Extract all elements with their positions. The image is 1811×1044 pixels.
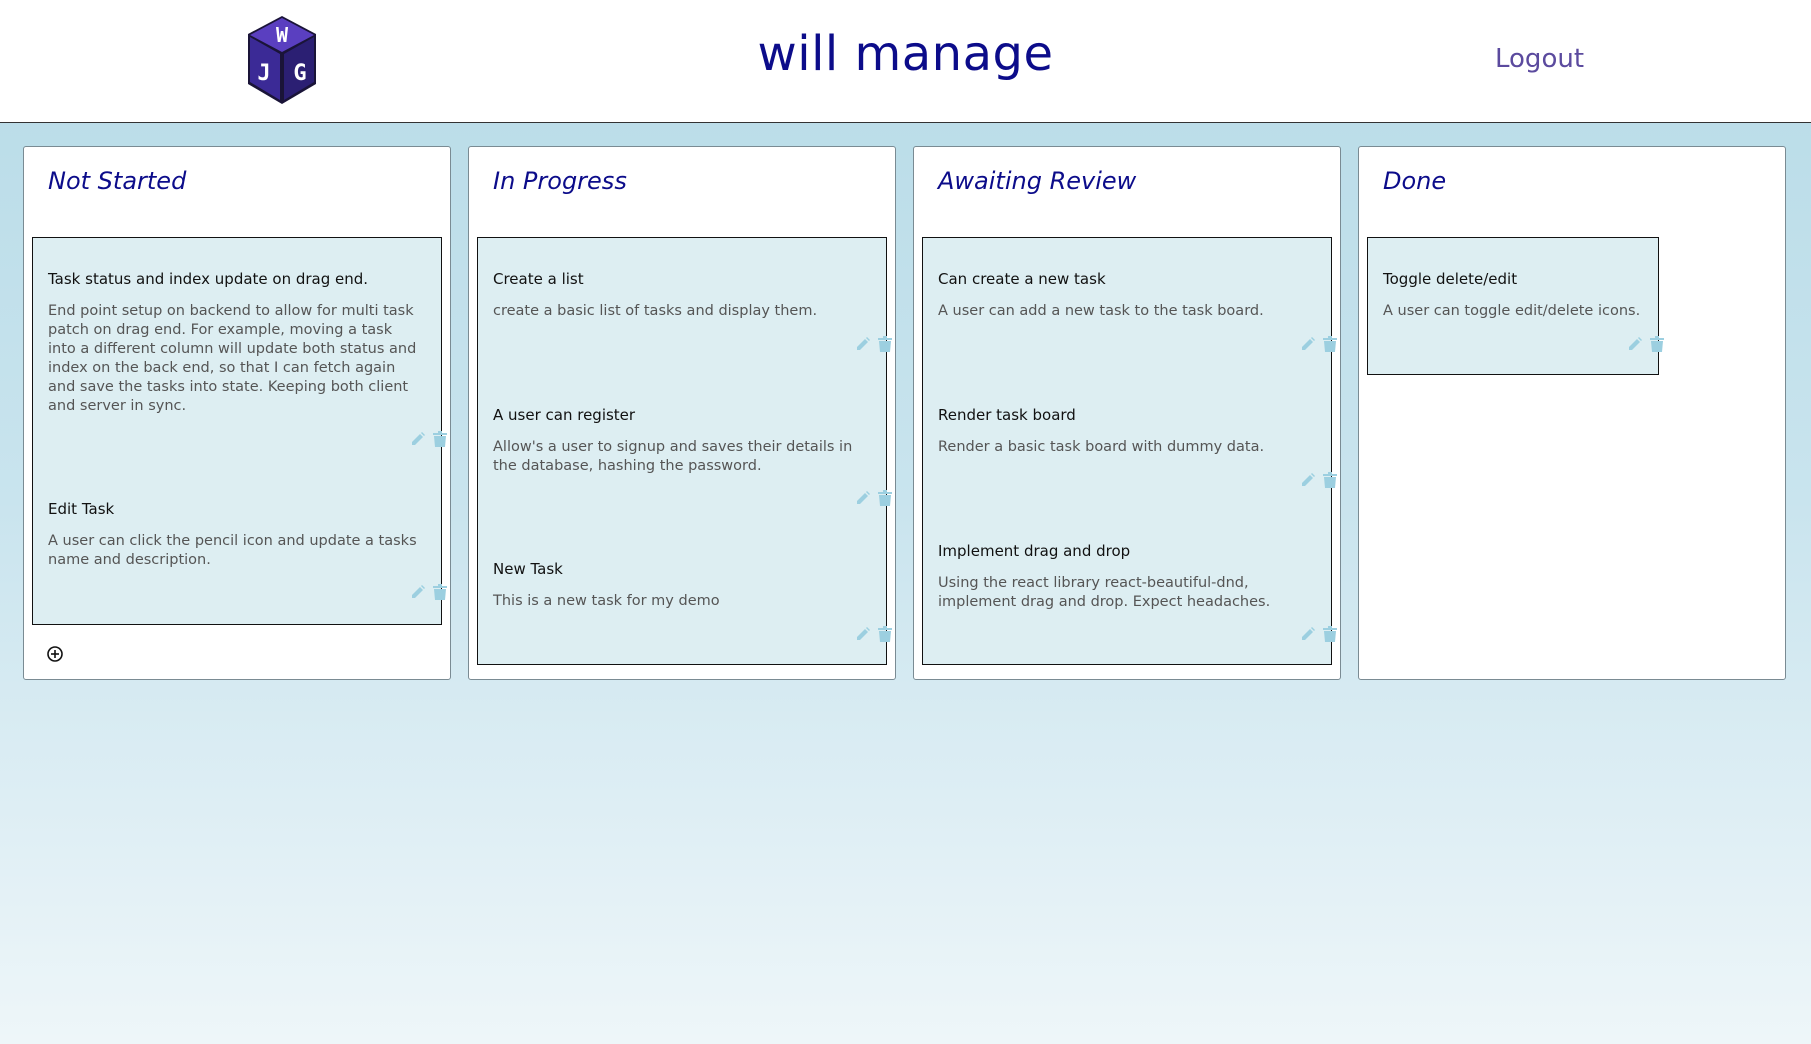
app-header: W J G will manage Logout xyxy=(0,0,1811,123)
pencil-icon[interactable] xyxy=(1301,473,1315,487)
task-name: Edit Task xyxy=(48,500,115,518)
task-name: Can create a new task xyxy=(938,270,1106,288)
logout-link[interactable]: Logout xyxy=(1495,44,1584,74)
task-description: End point setup on backend to allow for … xyxy=(48,303,417,414)
task-name: Render task board xyxy=(938,406,1076,424)
task-card[interactable]: Can create a new task A user can add a n… xyxy=(923,238,1363,374)
task-actions xyxy=(411,584,451,600)
column-awaiting-review: Awaiting Review Can create a new task A … xyxy=(913,146,1341,680)
pencil-icon[interactable] xyxy=(411,432,425,446)
task-description: A user can add a new task to the task bo… xyxy=(938,303,1264,319)
trash-icon[interactable] xyxy=(1323,472,1337,488)
task-card[interactable]: Implement drag and drop Using the react … xyxy=(923,510,1363,664)
column-not-started: Not Started Task status and index update… xyxy=(23,146,451,680)
trash-icon[interactable] xyxy=(878,336,892,352)
pencil-icon[interactable] xyxy=(856,337,870,351)
pencil-icon[interactable] xyxy=(411,585,425,599)
task-description: A user can click the pencil icon and upd… xyxy=(48,533,417,568)
task-name: Create a list xyxy=(493,270,584,288)
trash-icon[interactable] xyxy=(1323,336,1337,352)
trash-icon[interactable] xyxy=(878,490,892,506)
task-card[interactable]: A user can register Allow's a user to si… xyxy=(478,374,918,528)
plus-circle-icon[interactable] xyxy=(46,645,64,663)
task-card[interactable]: Create a list create a basic list of tas… xyxy=(478,238,918,374)
task-name: Task status and index update on drag end… xyxy=(48,270,369,288)
column-title: Done xyxy=(1383,167,1447,195)
task-name: New Task xyxy=(493,560,563,578)
task-card[interactable]: Render task board Render a basic task bo… xyxy=(923,374,1363,510)
task-list: Can create a new task A user can add a n… xyxy=(922,237,1337,665)
column-in-progress: In Progress Create a list create a basic… xyxy=(468,146,896,680)
column-title: Awaiting Review xyxy=(938,167,1137,195)
pencil-icon[interactable] xyxy=(1628,337,1642,351)
task-name: A user can register xyxy=(493,406,636,424)
task-description: Render a basic task board with dummy dat… xyxy=(938,439,1265,455)
task-actions xyxy=(1301,626,1341,642)
task-card[interactable]: New Task This is a new task for my demo xyxy=(478,528,918,664)
task-name: Implement drag and drop xyxy=(938,542,1131,560)
task-card[interactable]: Toggle delete/edit A user can toggle edi… xyxy=(1368,238,1690,374)
pencil-icon[interactable] xyxy=(856,491,870,505)
task-name: Toggle delete/edit xyxy=(1383,270,1518,288)
task-card[interactable]: Edit Task A user can click the pencil ic… xyxy=(33,468,473,624)
task-actions xyxy=(1301,472,1341,488)
pencil-icon[interactable] xyxy=(856,627,870,641)
task-card[interactable]: Task status and index update on drag end… xyxy=(33,238,473,468)
trash-icon[interactable] xyxy=(433,431,447,447)
task-actions xyxy=(411,431,451,447)
task-description: Allow's a user to signup and saves their… xyxy=(493,439,853,474)
task-list: Task status and index update on drag end… xyxy=(32,237,447,625)
column-title: In Progress xyxy=(493,167,627,195)
task-actions xyxy=(1301,336,1341,352)
trash-icon[interactable] xyxy=(433,584,447,600)
task-description: This is a new task for my demo xyxy=(493,593,720,609)
task-actions xyxy=(856,336,896,352)
trash-icon[interactable] xyxy=(1323,626,1337,642)
task-list: Create a list create a basic list of tas… xyxy=(477,237,892,665)
task-list: Toggle delete/edit A user can toggle edi… xyxy=(1367,237,1664,375)
task-actions xyxy=(1628,336,1668,352)
task-actions xyxy=(856,626,896,642)
pencil-icon[interactable] xyxy=(1301,627,1315,641)
pencil-icon[interactable] xyxy=(1301,337,1315,351)
task-description: A user can toggle edit/delete icons. xyxy=(1383,303,1641,319)
task-description: create a basic list of tasks and display… xyxy=(493,303,818,319)
column-done: Done Toggle delete/edit A user can toggl… xyxy=(1358,146,1786,680)
trash-icon[interactable] xyxy=(878,626,892,642)
task-actions xyxy=(856,490,896,506)
task-description: Using the react library react-beautiful-… xyxy=(938,575,1271,610)
column-title: Not Started xyxy=(48,167,187,195)
trash-icon[interactable] xyxy=(1650,336,1664,352)
